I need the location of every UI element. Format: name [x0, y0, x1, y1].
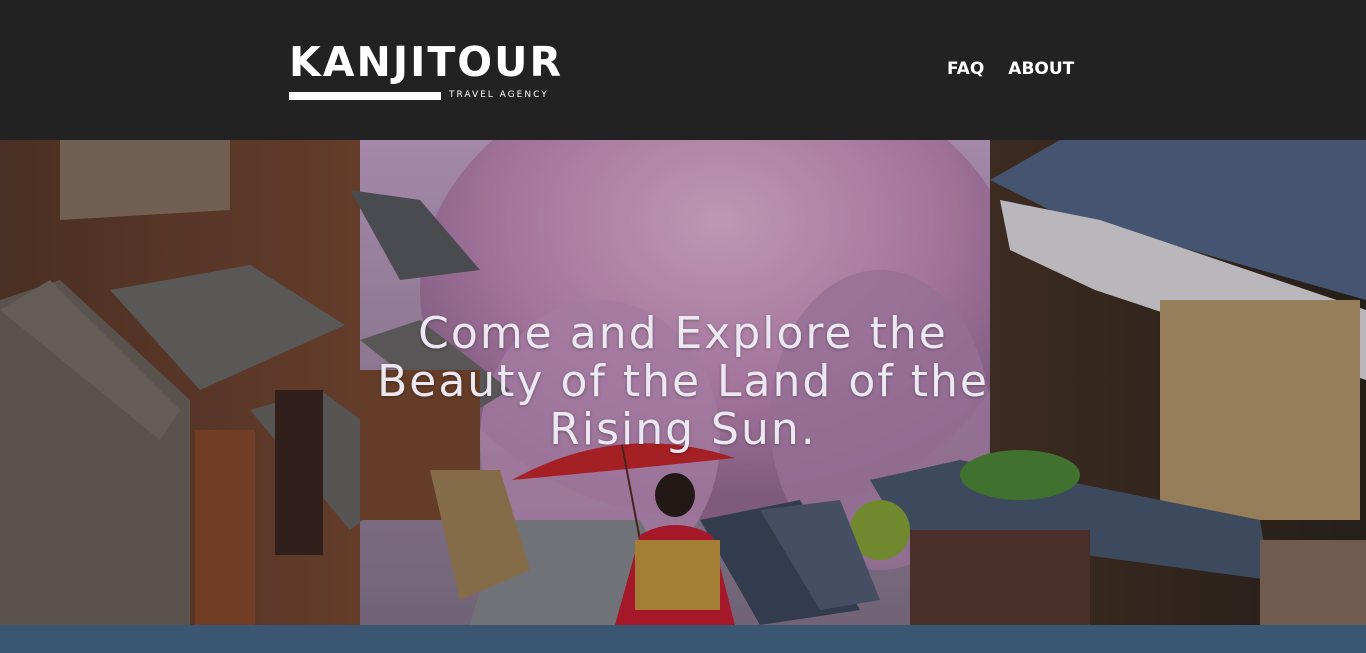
hero-title: Come and Explore the Beauty of the Land …: [377, 308, 989, 455]
section-divider-bar: [0, 625, 1366, 653]
logo-underline: [289, 92, 441, 100]
nav-link-about[interactable]: ABOUT: [1008, 58, 1074, 80]
nav-link-faq[interactable]: FAQ: [947, 58, 984, 80]
brand-tagline: TRAVEL AGENCY: [449, 90, 549, 100]
site-header: KANJITOUR TRAVEL AGENCY FAQ ABOUT: [0, 0, 1366, 140]
brand-name: KANJITOUR: [289, 38, 564, 86]
main-nav: FAQ ABOUT: [947, 58, 1074, 80]
hero-banner: Come and Explore the Beauty of the Land …: [0, 140, 1366, 625]
brand-logo[interactable]: KANJITOUR TRAVEL AGENCY: [289, 40, 591, 104]
